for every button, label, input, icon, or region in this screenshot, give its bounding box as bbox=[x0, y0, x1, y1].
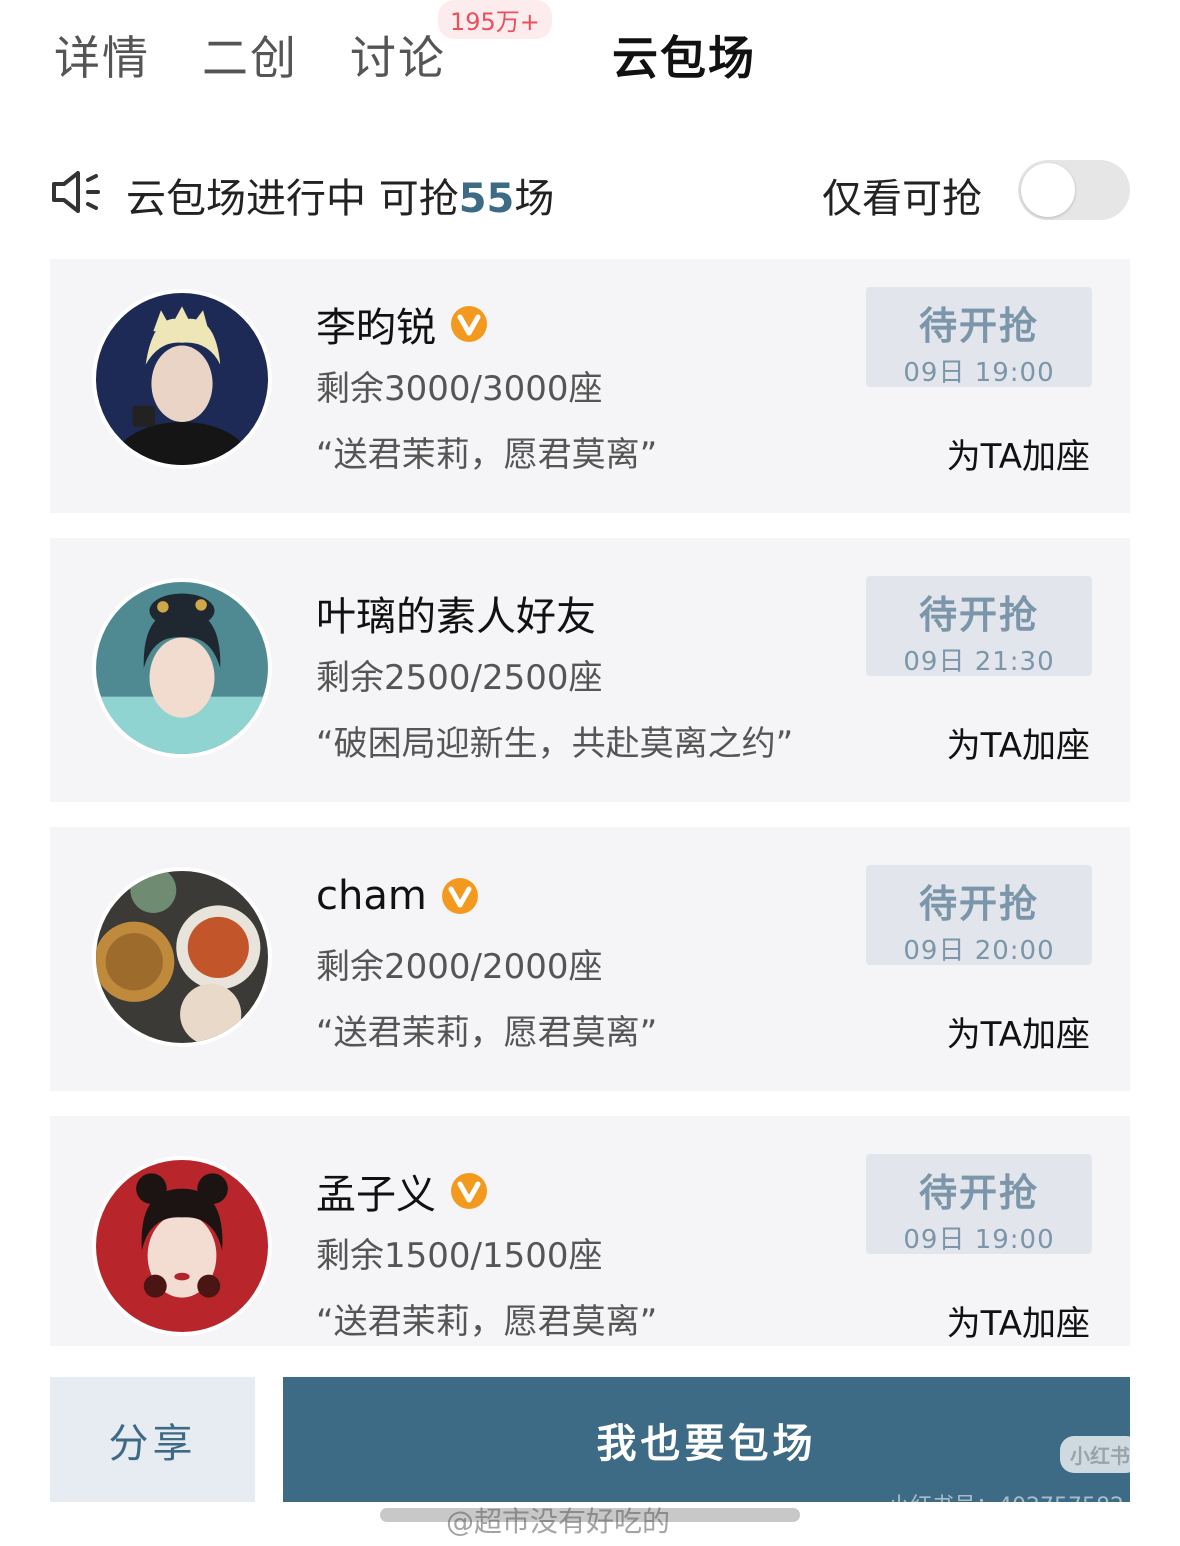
filter-label: 仅看可抢 bbox=[822, 176, 982, 222]
verified-icon bbox=[451, 306, 487, 342]
grab-button[interactable]: 待开抢 09日 19:00 bbox=[866, 287, 1092, 388]
available-count: 55 bbox=[458, 176, 515, 222]
booking-card[interactable]: 叶璃的素人好友 剩余2500/2500座 “破困局迎新生，共赴莫离之约” 待开抢… bbox=[50, 538, 1130, 802]
tab-fan-creations[interactable]: 二创 bbox=[202, 22, 298, 88]
grab-button[interactable]: 待开抢 09日 19:00 bbox=[866, 1154, 1092, 1255]
avatar[interactable] bbox=[92, 1156, 272, 1336]
share-button[interactable]: 分享 bbox=[50, 1377, 255, 1502]
grab-status: 待开抢 bbox=[918, 882, 1039, 926]
booking-card[interactable]: 孟子义 剩余1500/1500座 “送君茉莉，愿君莫离” 待开抢 09日 19:… bbox=[50, 1116, 1130, 1346]
avatar[interactable] bbox=[92, 867, 272, 1047]
avatar[interactable] bbox=[92, 578, 272, 758]
host-name: 孟子义 bbox=[316, 1172, 436, 1218]
avatar-image bbox=[96, 871, 268, 1043]
grab-time: 09日 19:00 bbox=[903, 1225, 1055, 1255]
name-row: 孟子义 bbox=[316, 1162, 488, 1220]
host-name: cham bbox=[316, 873, 427, 919]
host-name: 叶璃的素人好友 bbox=[316, 594, 596, 640]
status-prefix: 云包场进行中 可抢 bbox=[126, 176, 459, 222]
toggle-knob bbox=[1021, 163, 1075, 217]
avatar-image bbox=[96, 582, 268, 754]
grab-status: 待开抢 bbox=[918, 593, 1039, 637]
status-suffix: 场 bbox=[514, 176, 555, 222]
grab-button[interactable]: 待开抢 09日 20:00 bbox=[866, 865, 1092, 966]
grab-status: 待开抢 bbox=[918, 1171, 1039, 1215]
watermark-logo: 小红书 bbox=[1060, 1436, 1140, 1473]
tab-bar: 详情 二创 讨论 195万+ 云包场 bbox=[0, 0, 1180, 110]
slogan: “送君茉莉，愿君莫离” bbox=[316, 435, 658, 475]
add-seat-link[interactable]: 为TA加座 bbox=[947, 718, 1090, 767]
filter-toggle[interactable] bbox=[1018, 160, 1130, 220]
status-text: 云包场进行中 可抢55场 bbox=[126, 166, 554, 224]
seats-remaining: 剩余2000/2000座 bbox=[316, 947, 603, 987]
add-seat-link[interactable]: 为TA加座 bbox=[947, 429, 1090, 478]
name-row: cham bbox=[316, 873, 479, 919]
add-seat-link[interactable]: 为TA加座 bbox=[947, 1296, 1090, 1345]
grab-time: 09日 20:00 bbox=[903, 936, 1055, 966]
add-seat-link[interactable]: 为TA加座 bbox=[947, 1007, 1090, 1056]
book-theater-button[interactable]: 我也要包场 bbox=[283, 1377, 1130, 1502]
seats-remaining: 剩余1500/1500座 bbox=[316, 1236, 603, 1276]
avatar[interactable] bbox=[92, 289, 272, 469]
slogan: “送君茉莉，愿君莫离” bbox=[316, 1013, 658, 1053]
grab-button[interactable]: 待开抢 09日 21:30 bbox=[866, 576, 1092, 677]
name-row: 叶璃的素人好友 bbox=[316, 584, 596, 642]
seats-remaining: 剩余3000/3000座 bbox=[316, 369, 603, 409]
tab-cloud-booking[interactable]: 云包场 bbox=[612, 22, 756, 88]
grab-status: 待开抢 bbox=[918, 304, 1039, 348]
avatar-image bbox=[96, 293, 268, 465]
slogan: “送君茉莉，愿君莫离” bbox=[316, 1302, 658, 1342]
watermark-weibo: @超市没有好吃的 bbox=[446, 1505, 671, 1538]
grab-time: 09日 19:00 bbox=[903, 358, 1055, 388]
verified-icon bbox=[441, 878, 478, 914]
avatar-image bbox=[96, 1160, 268, 1332]
grab-time: 09日 21:30 bbox=[903, 647, 1055, 677]
slogan: “破困局迎新生，共赴莫离之约” bbox=[316, 724, 794, 764]
tab-discussion[interactable]: 讨论 bbox=[350, 22, 446, 88]
host-name: 李昀锐 bbox=[316, 305, 436, 351]
booking-card[interactable]: cham 剩余2000/2000座 “送君茉莉，愿君莫离” 待开抢 09日 20… bbox=[50, 827, 1130, 1091]
status-row: 云包场进行中 可抢55场 仅看可抢 bbox=[50, 160, 1130, 224]
discussion-count-badge: 195万+ bbox=[438, 0, 552, 39]
tab-details[interactable]: 详情 bbox=[54, 22, 150, 88]
seats-remaining: 剩余2500/2500座 bbox=[316, 658, 603, 698]
speaker-icon bbox=[52, 171, 100, 213]
booking-card[interactable]: 李昀锐 剩余3000/3000座 “送君茉莉，愿君莫离” 待开抢 09日 19:… bbox=[50, 259, 1130, 513]
watermark-id: 小红书号：402757582 bbox=[888, 1494, 1124, 1519]
name-row: 李昀锐 bbox=[316, 295, 488, 353]
verified-icon bbox=[451, 1173, 487, 1209]
